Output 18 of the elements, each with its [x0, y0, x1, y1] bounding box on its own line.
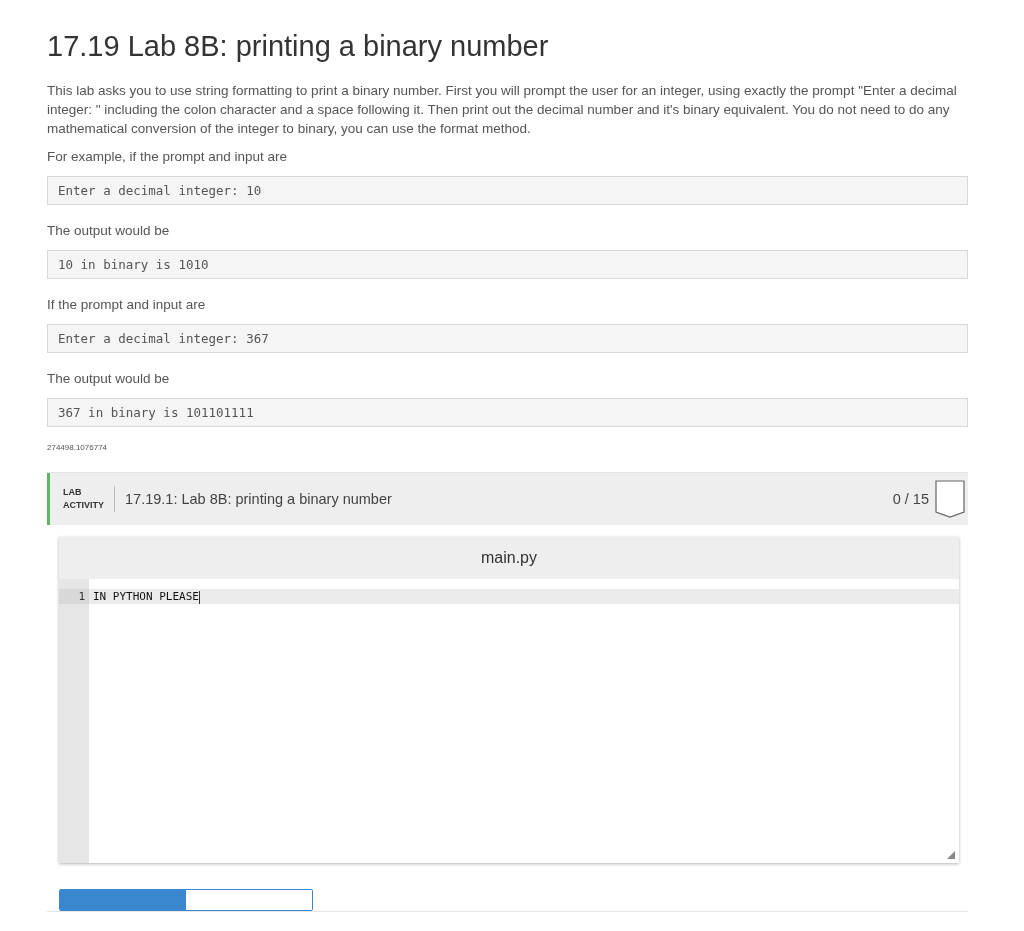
code-block: Enter a decimal integer: 367: [47, 324, 968, 353]
paragraph: For example, if the prompt and input are: [47, 148, 289, 166]
page-title: 17.19 Lab 8B: printing a binary number: [47, 30, 550, 63]
code-block: 367 in binary is 101101111: [47, 398, 968, 427]
lab-activity-label: LAB ACTIVITY: [63, 486, 115, 512]
paragraph: This lab asks you to use string formatting to print a binary number. First you will prompt the user for an integer, using exactly the prompt "Enter a decimal integer: " including the colon character and a space following it. Then print out the decimal number and it's binary equivalent. You do not need to do any mathematical conversion of the integer to binary, you can use the format method.: [47, 82, 958, 138]
score: 0 / 15: [892, 491, 929, 507]
bookmark-icon: [935, 480, 965, 518]
paragraph: The output would be: [47, 370, 171, 388]
resize-grip-icon[interactable]: [947, 851, 955, 859]
code-block: Enter a decimal integer: 10: [47, 176, 968, 205]
paragraph: If the prompt and input are: [47, 296, 207, 314]
file-name: main.py: [59, 537, 959, 579]
line-number: 1: [59, 589, 89, 604]
paragraph: The output would be: [47, 222, 171, 240]
lab-title: 17.19.1: Lab 8B: printing a binary number: [125, 491, 393, 507]
content-id: 274498.1076774: [47, 443, 109, 452]
code-block: 10 in binary is 1010: [47, 250, 968, 279]
